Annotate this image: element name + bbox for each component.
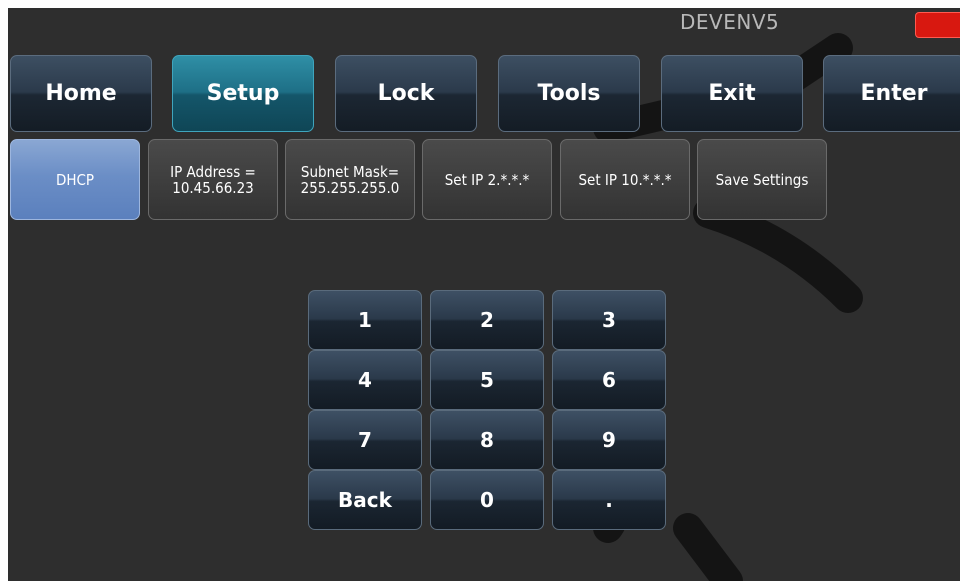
save-settings-button[interactable]: Save Settings [697, 139, 827, 220]
lock-button[interactable]: Lock [335, 55, 477, 132]
dhcp-label: DHCP [55, 170, 95, 189]
subnet-mask-button[interactable]: Subnet Mask= 255.255.255.0 [285, 139, 415, 220]
back-button[interactable]: Back [308, 470, 422, 530]
set-ip-10-button[interactable]: Set IP 10.*.*.* [560, 139, 690, 220]
ip-address-value: 10.45.66.23 [172, 178, 254, 197]
home-button[interactable]: Home [10, 55, 152, 132]
subnet-mask-value: 255.255.255.0 [300, 178, 400, 197]
key-8-button[interactable]: 8 [430, 410, 544, 470]
dhcp-button[interactable]: DHCP [10, 139, 140, 220]
key-1-button[interactable]: 1 [308, 290, 422, 350]
key-6-button[interactable]: 6 [552, 350, 666, 410]
key-4-button[interactable]: 4 [308, 350, 422, 410]
enter-button[interactable]: Enter [823, 55, 960, 132]
subnet-mask-label: Subnet Mask= [300, 162, 400, 181]
status-indicator [915, 12, 960, 38]
key-9-button[interactable]: 9 [552, 410, 666, 470]
tools-button[interactable]: Tools [498, 55, 640, 132]
window-title: DEVENV5 [680, 10, 780, 34]
app-screen: DEVENV5 Home Setup Lock Tools Exit Enter… [8, 8, 960, 581]
key-7-button[interactable]: 7 [308, 410, 422, 470]
ip-address-button[interactable]: IP Address = 10.45.66.23 [148, 139, 278, 220]
key-5-button[interactable]: 5 [430, 350, 544, 410]
setup-button[interactable]: Setup [172, 55, 314, 132]
key-2-button[interactable]: 2 [430, 290, 544, 350]
exit-button[interactable]: Exit [661, 55, 803, 132]
key-3-button[interactable]: 3 [552, 290, 666, 350]
ip-address-label: IP Address = [170, 162, 256, 181]
key-0-button[interactable]: 0 [430, 470, 544, 530]
key-dot-button[interactable]: . [552, 470, 666, 530]
set-ip-2-button[interactable]: Set IP 2.*.*.* [422, 139, 552, 220]
